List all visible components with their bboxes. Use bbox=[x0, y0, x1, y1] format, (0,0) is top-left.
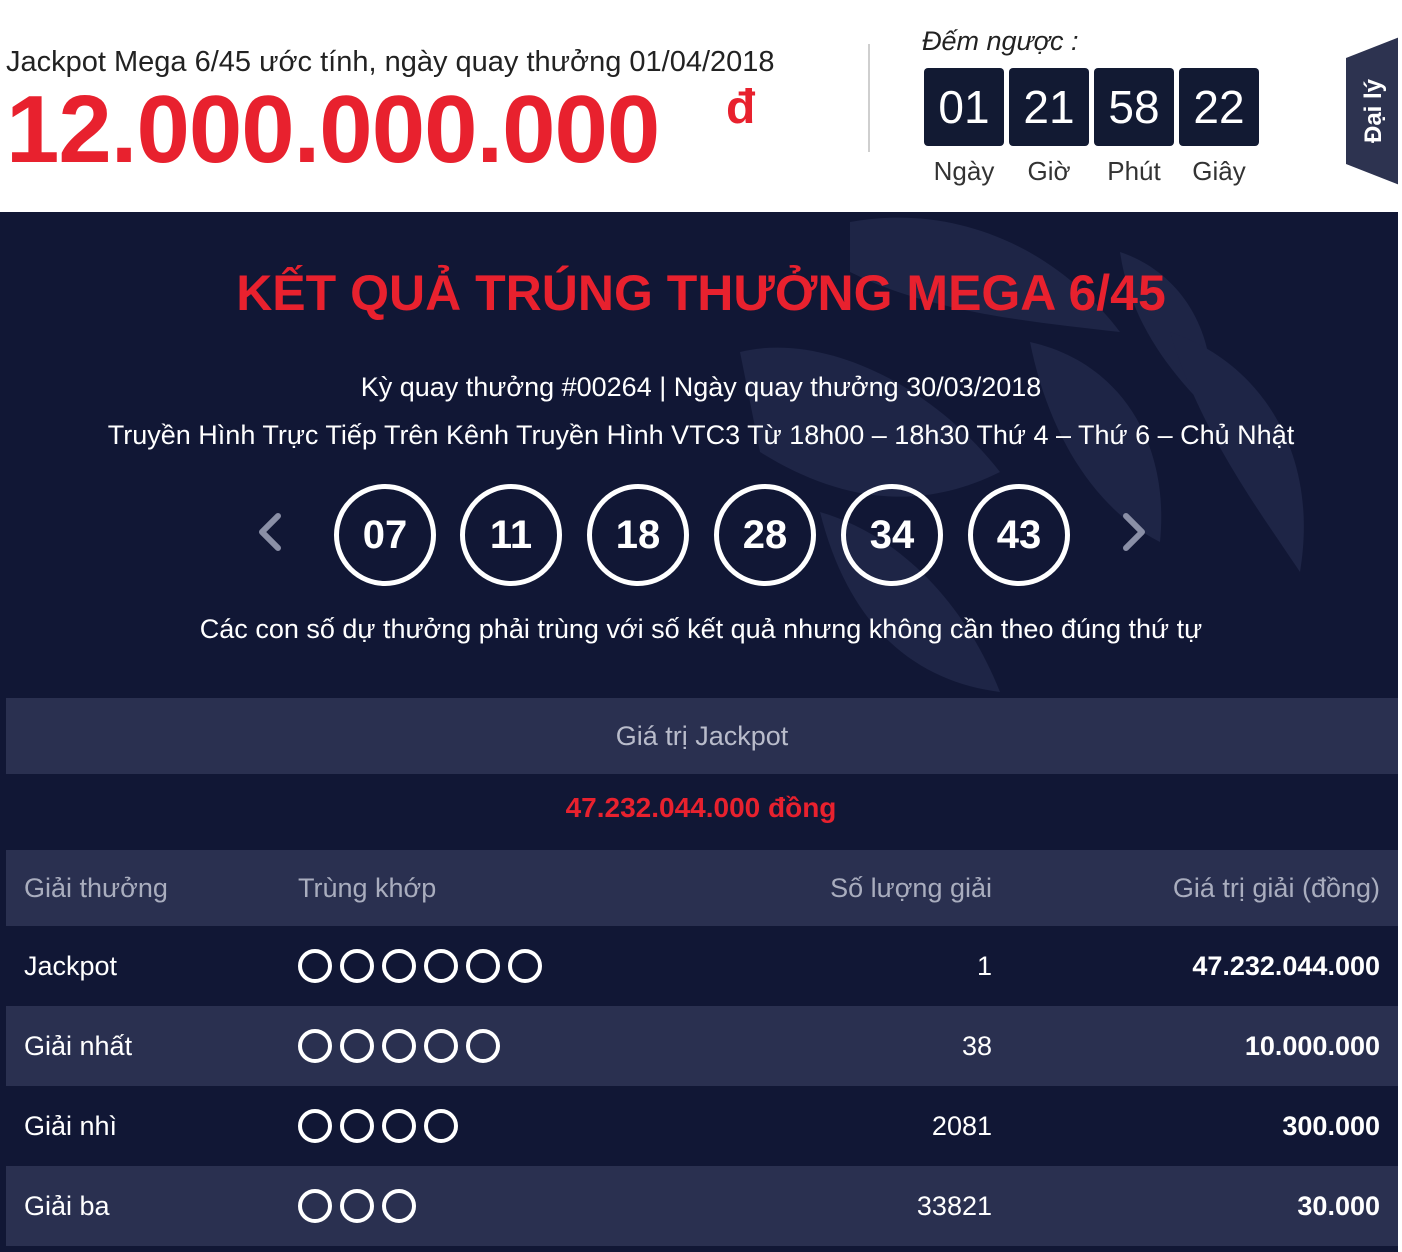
match-circle-icon bbox=[298, 1189, 332, 1223]
matching-rule-note: Các con số dự thưởng phải trùng với số k… bbox=[199, 614, 1203, 644]
prize-name: Giải nhất bbox=[24, 1030, 133, 1061]
match-circle-icon bbox=[340, 1109, 374, 1143]
prize-count: 33821 bbox=[916, 1190, 992, 1221]
result-ball: 11 bbox=[460, 484, 562, 586]
jackpot-estimate-amount: 12.000.000.000 bbox=[6, 76, 660, 183]
page-edge bbox=[1398, 0, 1402, 1252]
match-circle-icon bbox=[340, 949, 374, 983]
result-ball: 34 bbox=[841, 484, 943, 586]
prize-name: Jackpot bbox=[24, 950, 118, 981]
match-circles bbox=[298, 1166, 416, 1246]
results-title: KẾT QUẢ TRÚNG THƯỞNG MEGA 6/45 bbox=[236, 265, 1166, 321]
match-circle-icon bbox=[382, 1109, 416, 1143]
match-circle-icon bbox=[466, 1029, 500, 1063]
countdown-days: 01 bbox=[924, 68, 1004, 146]
match-circles bbox=[298, 1006, 500, 1086]
results-panel: KẾT QUẢ TRÚNG THƯỞNG MEGA 6/45 Kỳ quay t… bbox=[0, 212, 1398, 1252]
prize-value: 300.000 bbox=[1282, 1110, 1380, 1141]
header-value: Giá trị giải (đồng) bbox=[1172, 872, 1380, 903]
countdown-seconds: 22 bbox=[1179, 68, 1259, 146]
currency-symbol: đ bbox=[726, 81, 756, 134]
result-ball: 07 bbox=[334, 484, 436, 586]
match-circles bbox=[298, 1086, 458, 1166]
match-circle-icon bbox=[424, 1029, 458, 1063]
match-circle-icon bbox=[298, 1109, 332, 1143]
header-matches: Trùng khớp bbox=[298, 872, 437, 903]
countdown-minutes-label: Phút bbox=[1107, 156, 1161, 186]
prize-value: 47.232.044.000 bbox=[1192, 950, 1380, 981]
table-row: Giải nhất 38 10.000.000 bbox=[6, 1006, 1398, 1086]
match-circle-icon bbox=[424, 949, 458, 983]
match-circle-icon bbox=[340, 1029, 374, 1063]
match-circle-icon bbox=[382, 1189, 416, 1223]
match-circle-icon bbox=[298, 1029, 332, 1063]
prize-count: 38 bbox=[961, 1030, 992, 1061]
prize-value: 30.000 bbox=[1297, 1190, 1380, 1221]
next-draw-arrow-icon[interactable] bbox=[1114, 502, 1154, 562]
prize-value: 10.000.000 bbox=[1244, 1030, 1380, 1061]
prize-count: 1 bbox=[976, 950, 992, 981]
match-circle-icon bbox=[424, 1109, 458, 1143]
countdown-seconds-label: Giây bbox=[1192, 156, 1246, 186]
jackpot-caption: Jackpot Mega 6/45 ước tính, ngày quay th… bbox=[6, 46, 775, 78]
table-row: Jackpot 1 47.232.044.000 bbox=[6, 926, 1398, 1006]
table-row: Giải ba 33821 30.000 bbox=[6, 1166, 1398, 1246]
prize-name: Giải nhì bbox=[24, 1110, 118, 1141]
match-circle-icon bbox=[298, 949, 332, 983]
countdown-hours: 21 bbox=[1009, 68, 1089, 146]
dealer-side-tab[interactable]: Đại lý bbox=[1346, 36, 1402, 186]
header-divider bbox=[868, 44, 870, 152]
countdown-days-label: Ngày bbox=[933, 156, 995, 186]
countdown-label: Đếm ngược : bbox=[922, 26, 1079, 56]
prize-count: 2081 bbox=[931, 1110, 992, 1141]
header-prize: Giải thưởng bbox=[24, 872, 168, 903]
match-circle-icon bbox=[382, 949, 416, 983]
draw-info: Kỳ quay thưởng #00264 | Ngày quay thưởng… bbox=[360, 372, 1042, 402]
result-ball: 28 bbox=[714, 484, 816, 586]
prize-name: Giải ba bbox=[24, 1190, 110, 1221]
match-circles bbox=[298, 926, 542, 1006]
dealer-side-tab-label: Đại lý bbox=[1360, 78, 1387, 144]
match-circle-icon bbox=[466, 949, 500, 983]
jackpot-header: Jackpot Mega 6/45 ước tính, ngày quay th… bbox=[0, 0, 1402, 212]
match-circle-icon bbox=[508, 949, 542, 983]
match-circle-icon bbox=[382, 1029, 416, 1063]
jackpot-value-label: Giá trị Jackpot bbox=[6, 698, 1398, 774]
countdown-hours-label: Giờ bbox=[1027, 156, 1071, 186]
prize-table-header: Giải thưởng Trùng khớp Số lượng giải Giá… bbox=[6, 850, 1398, 926]
match-circle-icon bbox=[340, 1189, 374, 1223]
countdown-minutes: 58 bbox=[1094, 68, 1174, 146]
result-ball: 43 bbox=[968, 484, 1070, 586]
header-count: Số lượng giải bbox=[830, 872, 992, 903]
table-row: Giải nhì 2081 300.000 bbox=[6, 1086, 1398, 1166]
broadcast-info: Truyền Hình Trực Tiếp Trên Kênh Truyền H… bbox=[107, 420, 1295, 450]
previous-draw-arrow-icon[interactable] bbox=[250, 502, 290, 562]
result-ball: 18 bbox=[587, 484, 689, 586]
jackpot-value: 47.232.044.000 đồng bbox=[565, 792, 837, 823]
